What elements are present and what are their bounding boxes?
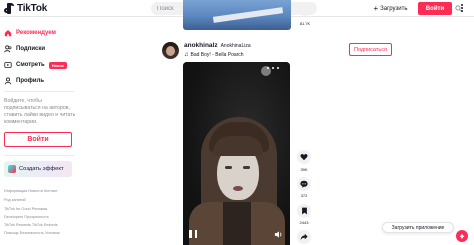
nickname: AnokhinaLiza [220, 43, 251, 49]
header-login-button[interactable]: Войти [418, 2, 452, 15]
sidebar-item-recommended[interactable]: Рекомендуем [4, 27, 56, 39]
upload-label: Загрузить [380, 5, 408, 12]
tiktok-logo[interactable]: TikTok [4, 2, 47, 15]
comment-icon [300, 180, 308, 188]
bookmark-icon [301, 207, 307, 215]
follow-button[interactable]: Подписаться [349, 43, 392, 56]
comment-count: 372 [300, 193, 308, 198]
create-effect-label: Создать эффект [19, 166, 64, 172]
new-badge: Новое [48, 61, 68, 69]
logo-text: TikTok [17, 3, 48, 14]
save-count: 2443 [299, 220, 309, 225]
login-prompt-text: Войдите, чтобы подписываться на авторов,… [4, 98, 76, 125]
video-more-icon[interactable] [267, 67, 279, 71]
sidebar-login-button[interactable]: Войти [4, 132, 72, 147]
previous-video-thumbnail[interactable] [183, 0, 291, 30]
home-icon [4, 29, 12, 37]
footer-links[interactable]: Developers Прозрачность [4, 215, 78, 220]
user-icon [4, 77, 12, 85]
footer-links[interactable]: Помощь Безопасность Условия [4, 231, 78, 236]
sidebar-item-label: Подписки [16, 46, 46, 52]
users-icon [4, 45, 12, 53]
music-note-icon: ♫ [184, 52, 189, 58]
video-player[interactable] [183, 62, 290, 245]
volume-icon[interactable] [274, 230, 283, 239]
sidebar-item-label: Смотреть [16, 62, 45, 68]
effect-house-icon [8, 165, 16, 173]
share-icon[interactable] [299, 4, 311, 16]
sidebar-item-profile[interactable]: Профиль [4, 75, 44, 87]
music-link[interactable]: ♫ Bad Boy! - Bella Poarch [184, 52, 244, 58]
arrow-up-icon [459, 233, 465, 239]
footer-links[interactable]: TikTok for Good Реклама [4, 207, 78, 212]
save-button[interactable] [297, 204, 311, 218]
sidebar-item-live[interactable]: Смотреть Новое [4, 59, 68, 71]
like-count: 39K [300, 167, 308, 172]
comment-button[interactable] [297, 177, 311, 191]
tiktok-logo-icon [4, 2, 15, 15]
author-username[interactable]: anokhinalz AnokhinaLiza [184, 42, 251, 49]
sidebar-divider [4, 91, 74, 92]
share-count: 81.7K [299, 21, 311, 26]
get-app-button[interactable]: Загрузить приложение [382, 222, 454, 233]
footer-links[interactable]: Информация Новости Контакт [4, 189, 78, 194]
pause-icon[interactable] [189, 230, 197, 238]
plus-icon: + [373, 3, 379, 13]
scroll-to-top-button[interactable] [456, 230, 468, 242]
sidebar-item-label: Рекомендуем [16, 30, 56, 36]
username: anokhinalz [184, 42, 218, 49]
sidebar-item-following[interactable]: Подписки [4, 43, 45, 55]
more-options-icon[interactable] [458, 3, 466, 13]
sidebar-divider [4, 155, 74, 156]
like-button[interactable] [297, 150, 311, 164]
heart-icon [300, 154, 308, 161]
share-button[interactable] [297, 230, 311, 244]
footer-links[interactable]: Род занятий [4, 198, 78, 203]
create-effect-button[interactable]: Создать эффект [4, 161, 72, 177]
sidebar: Рекомендуем Подписки Смотреть Новое Проф… [0, 18, 80, 245]
music-title: Bad Boy! - Bella Poarch [190, 52, 244, 58]
footer-links[interactable]: TikTok Rewards TikTok Embeds [4, 223, 78, 228]
sidebar-item-label: Профиль [16, 78, 45, 84]
share-arrow-icon [300, 233, 308, 241]
live-icon [4, 61, 12, 69]
author-avatar[interactable] [162, 42, 179, 59]
upload-button[interactable]: + Загрузить [368, 2, 413, 15]
